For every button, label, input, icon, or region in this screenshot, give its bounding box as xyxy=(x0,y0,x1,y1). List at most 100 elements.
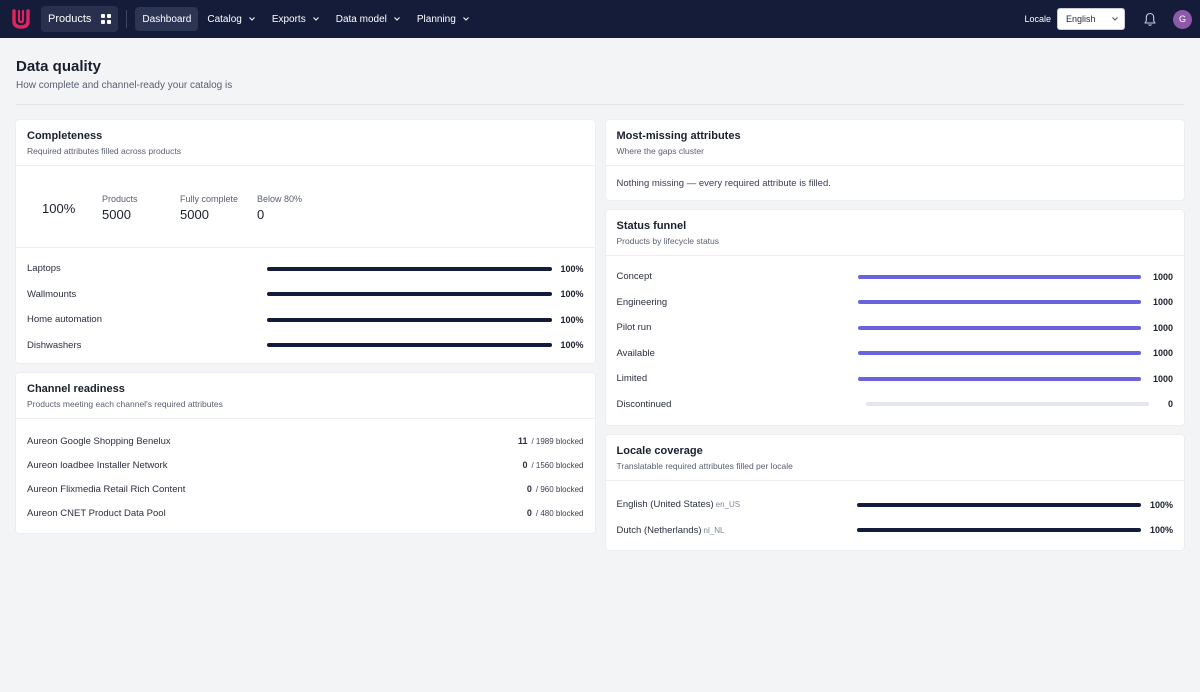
status-funnel-title: Status funnel xyxy=(616,220,687,232)
channel-ready-count: 0 xyxy=(526,484,532,494)
locale-name-cell: Dutch (Netherlands) nl_NL xyxy=(617,525,857,536)
bar-row-value: 100% xyxy=(560,340,584,351)
channel-ready-count: 11 xyxy=(517,436,528,446)
bar-row: Laptops 100% xyxy=(27,256,584,282)
funnel-row-label: Concept xyxy=(616,271,652,283)
funnel-progress-fill xyxy=(857,351,1141,356)
locale-name-cell: English (United States) en_US xyxy=(617,499,857,510)
nav-planning[interactable]: Planning xyxy=(410,7,477,31)
overall-completeness-value: 100% xyxy=(42,201,76,216)
locale-coverage-list: English (United States) en_US 100% Dutch (N… xyxy=(606,481,1185,550)
funnel-progress-fill xyxy=(857,376,1141,381)
nav-exports[interactable]: Exports xyxy=(265,7,327,31)
funnel-progress-fill xyxy=(857,300,1141,305)
nav-label: Catalog xyxy=(207,13,242,25)
funnel-row: Limited 1000 xyxy=(617,366,1174,392)
main-nav: Dashboard Catalog Exports Data model Plannin… xyxy=(135,7,476,31)
funnel-progress-track xyxy=(857,325,1141,330)
stat-products: Products 5000 xyxy=(102,194,171,222)
channel-name: Aureon CNET Product Data Pool xyxy=(27,507,166,519)
bar-progress-fill xyxy=(267,292,552,297)
stat-label: Fully complete xyxy=(180,194,239,204)
locale-name: Dutch (Netherlands) xyxy=(616,524,702,536)
completeness-stats: 100% Products 5000 Fully complete 5000 Below… xyxy=(16,166,595,248)
status-funnel-subtitle: Products by lifecycle status xyxy=(616,236,720,246)
product-switcher-label: Products xyxy=(48,13,92,25)
funnel-row: Concept 1000 xyxy=(617,264,1174,290)
locale-progress-fill xyxy=(856,502,1141,507)
bar-row: Home automation 100% xyxy=(27,307,584,333)
funnel-progress-fill xyxy=(857,274,1141,279)
funnel-row-value: 1000 xyxy=(1152,348,1173,359)
funnel-row: Engineering 1000 xyxy=(617,290,1174,316)
funnel-row-value: 1000 xyxy=(1152,271,1173,282)
channel-count: 0/ 480 blocked xyxy=(527,508,584,518)
stat-value: 0 xyxy=(257,207,265,222)
channel-row[interactable]: Aureon loadbee Installer Network 0/ 1560 … xyxy=(27,453,584,477)
bar-row-value: 100% xyxy=(560,289,584,300)
channel-count: 11/ 1989 blocked xyxy=(518,436,584,446)
bar-row-label: Laptops xyxy=(27,263,61,275)
channel-name: Aureon Flixmedia Retail Rich Content xyxy=(27,483,186,495)
channel-readiness-title: Channel readiness xyxy=(27,383,125,395)
bar-row-label: Dishwashers xyxy=(27,339,82,351)
bar-progress-track xyxy=(267,266,552,271)
nav-label: Dashboard xyxy=(142,13,192,25)
chevron-down-icon xyxy=(312,17,319,21)
channel-name: Aureon Google Shopping Benelux xyxy=(27,435,171,447)
nav-data-model[interactable]: Data model xyxy=(329,7,408,31)
nav-catalog[interactable]: Catalog xyxy=(200,7,262,31)
chevron-down-icon xyxy=(1112,17,1118,21)
locale-progress-track xyxy=(856,528,1141,533)
app-grid-icon xyxy=(101,14,112,24)
channel-count: 0/ 1560 blocked xyxy=(522,460,583,470)
funnel-row-label: Pilot run xyxy=(616,322,652,334)
locale-progress-track xyxy=(856,502,1141,507)
channel-row[interactable]: Aureon CNET Product Data Pool 0/ 480 bloc… xyxy=(27,501,584,525)
nav-dashboard[interactable]: Dashboard xyxy=(135,7,199,31)
nav-label: Data model xyxy=(335,13,387,25)
channel-row[interactable]: Aureon Flixmedia Retail Rich Content 0/ 9… xyxy=(27,477,584,501)
bar-progress-fill xyxy=(267,317,552,322)
bar-progress-track xyxy=(267,317,552,322)
notifications-bell-icon[interactable] xyxy=(1139,8,1161,30)
funnel-row: Pilot run 1000 xyxy=(617,315,1174,341)
bar-row-label: Home automation xyxy=(27,314,102,326)
locale-code: en_US xyxy=(715,500,741,510)
channel-row[interactable]: Aureon Google Shopping Benelux 11/ 1989 b… xyxy=(27,429,584,453)
funnel-row-value: 0 xyxy=(1167,399,1173,410)
stat-value: 5000 xyxy=(102,207,131,222)
channel-ready-count: 0 xyxy=(526,508,532,518)
nav-divider xyxy=(126,10,128,28)
locale-label: Locale xyxy=(1024,14,1051,24)
funnel-progress-track xyxy=(857,300,1141,305)
funnel-row-value: 1000 xyxy=(1152,297,1173,308)
stat-fully-complete: Fully complete 5000 xyxy=(180,194,248,222)
locale-select-value: English xyxy=(1066,14,1096,24)
funnel-row: Discontinued 0 xyxy=(617,392,1174,418)
user-avatar[interactable]: G xyxy=(1173,9,1192,29)
funnel-row-label: Discontinued xyxy=(616,398,672,410)
funnel-row-label: Available xyxy=(616,347,655,359)
brand-u-logo[interactable] xyxy=(10,8,32,30)
locale-select[interactable]: English xyxy=(1057,8,1125,30)
status-funnel-card: Status funnel Products by lifecycle stat… xyxy=(605,210,1185,425)
status-funnel-list: Concept 1000 Engineering 1000 Pilot run 1000 A… xyxy=(606,256,1185,425)
product-switcher-button[interactable]: Products xyxy=(41,6,119,32)
funnel-row-value: 1000 xyxy=(1152,322,1173,333)
channel-blocked-count: / 480 blocked xyxy=(535,509,584,518)
stat-label: Below 80% xyxy=(257,194,303,204)
locale-row: Dutch (Netherlands) nl_NL 100% xyxy=(617,518,1174,544)
bar-row-label: Wallmounts xyxy=(27,288,77,300)
bar-progress-track xyxy=(267,343,552,348)
locale-coverage-subtitle: Translatable required attributes filled … xyxy=(616,461,793,471)
bar-row: Wallmounts 100% xyxy=(27,282,584,308)
completeness-card: Completeness Required attributes filled … xyxy=(16,120,595,363)
stat-below-80-: Below 80% 0 xyxy=(257,194,302,222)
channel-blocked-count: / 1560 blocked xyxy=(531,461,584,470)
channel-readiness-card: Channel readiness Products meeting each … xyxy=(16,373,595,533)
channel-readiness-subtitle: Products meeting each channel's required… xyxy=(27,399,223,409)
channel-blocked-count: / 1989 blocked xyxy=(531,437,584,446)
completeness-family-list: Laptops 100% Wallmounts 100% Home automation… xyxy=(16,248,595,363)
locale-row-value: 100% xyxy=(1149,499,1173,510)
